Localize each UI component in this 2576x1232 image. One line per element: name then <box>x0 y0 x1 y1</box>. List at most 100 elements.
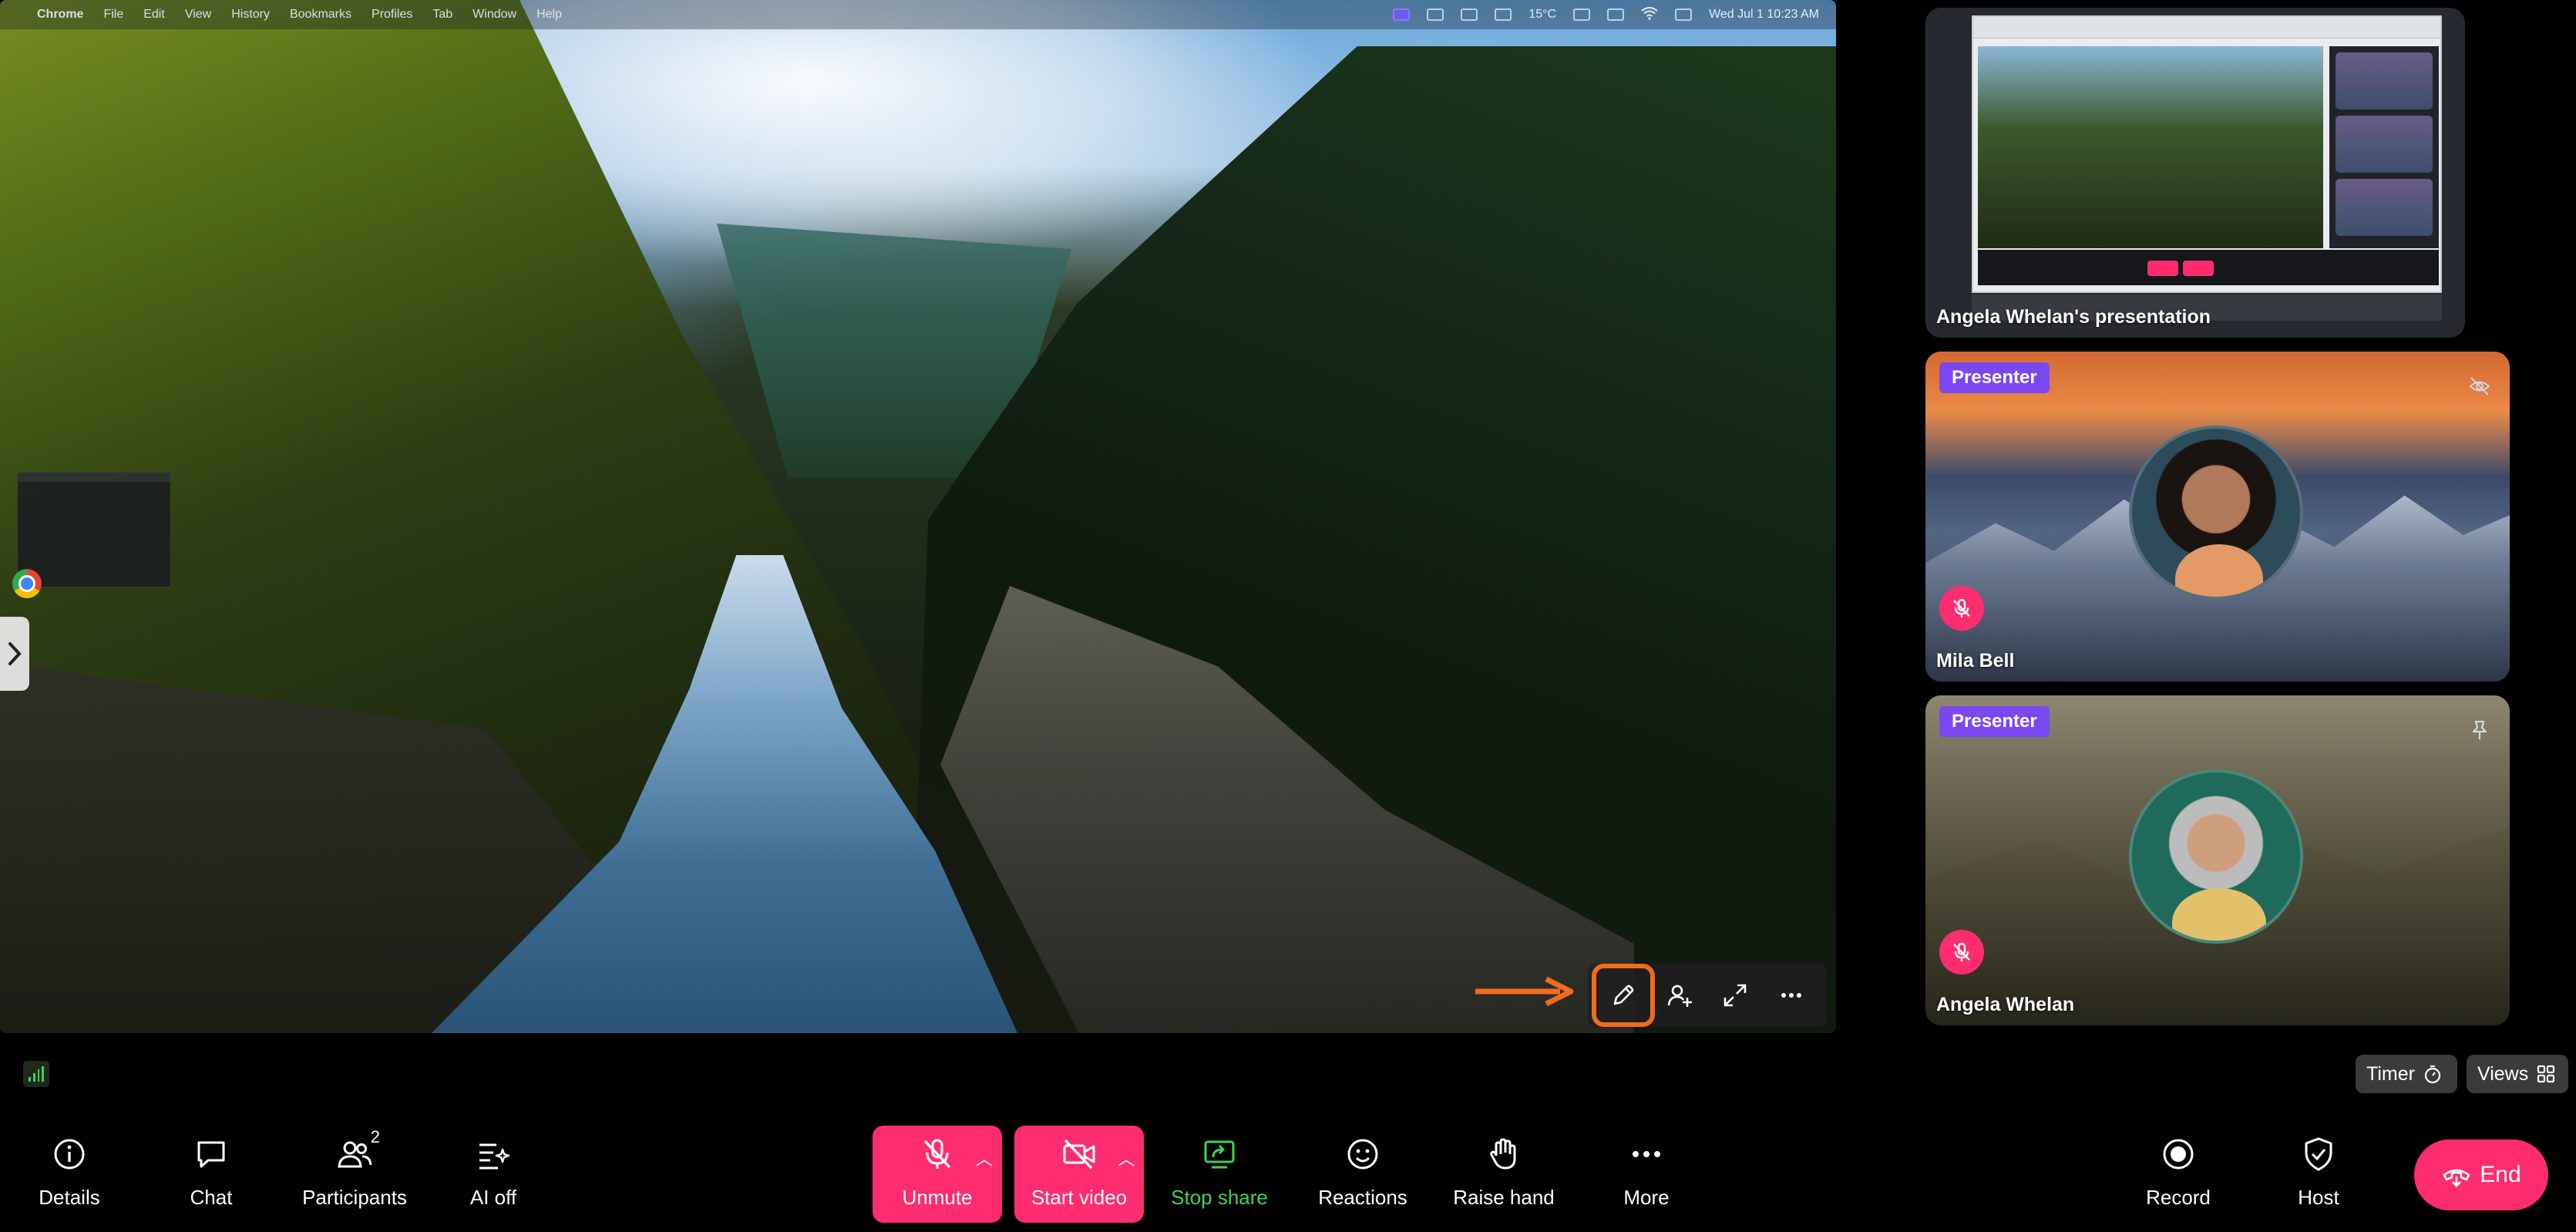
chevron-up-icon[interactable]: ︿ <box>1118 1146 1135 1170</box>
unmute-button[interactable]: ︿ Unmute <box>873 1126 1002 1223</box>
chrome-icon[interactable] <box>12 569 42 598</box>
record-icon <box>2163 1139 2194 1170</box>
avatar <box>2129 426 2303 600</box>
views-button[interactable]: Views <box>2467 1055 2568 1093</box>
menu-window[interactable]: Window <box>472 8 516 22</box>
mic-off-icon <box>923 1139 951 1169</box>
raise-hand-button[interactable]: Raise hand <box>1446 1126 1562 1220</box>
hide-video-icon[interactable] <box>2468 375 2491 398</box>
mac-status-area: 15°C Wed Jul 1 10:23 AM <box>1393 0 1819 29</box>
smiley-icon <box>1347 1139 1378 1170</box>
add-person-icon <box>1667 985 1692 1007</box>
menu-history[interactable]: History <box>231 8 270 22</box>
presentation-preview <box>1972 15 2442 293</box>
ai-label: AI off <box>469 1186 517 1209</box>
info-icon <box>54 1139 85 1170</box>
stop-share-button[interactable]: Stop share <box>1159 1126 1280 1220</box>
status-icon[interactable] <box>1495 8 1512 21</box>
status-icon[interactable] <box>1573 8 1591 21</box>
stop-share-label: Stop share <box>1171 1186 1268 1209</box>
menu-edit[interactable]: Edit <box>143 8 165 22</box>
participants-label: Participants <box>302 1186 407 1209</box>
tile-name: Angela Whelan's presentation <box>1936 306 2211 328</box>
shared-screen: Chrome File Edit View History Bookmarks … <box>0 0 1836 1033</box>
menu-file[interactable]: File <box>103 8 123 22</box>
ellipsis-icon <box>1781 993 1801 998</box>
chat-label: Chat <box>190 1186 233 1209</box>
presenter-badge: Presenter <box>1939 706 2050 737</box>
ai-companion-button[interactable]: AI off <box>447 1126 540 1220</box>
menu-help[interactable]: Help <box>536 8 562 22</box>
tile-name: Mila Bell <box>1936 650 2015 672</box>
menu-view[interactable]: View <box>185 8 211 22</box>
network-quality-icon[interactable] <box>23 1061 49 1087</box>
mic-off-icon <box>1953 598 1970 618</box>
people-icon <box>338 1141 372 1168</box>
control-center-icon[interactable] <box>1675 8 1693 21</box>
reactions-button[interactable]: Reactions <box>1307 1126 1418 1220</box>
screen-share-status-icon[interactable] <box>1393 8 1411 21</box>
unmute-label: Unmute <box>902 1186 973 1209</box>
timer-label: Timer <box>2366 1062 2415 1085</box>
ai-sparkle-icon <box>479 1143 510 1170</box>
mac-menubar: Chrome File Edit View History Bookmarks … <box>0 0 1836 29</box>
participants-button[interactable]: 2 Participants <box>293 1126 416 1220</box>
end-meeting-button[interactable]: End <box>2414 1139 2548 1210</box>
menubar-datetime[interactable]: Wed Jul 1 10:23 AM <box>1709 8 1819 22</box>
chat-bubble-icon <box>197 1141 225 1168</box>
timer-button[interactable]: Timer <box>2356 1055 2457 1093</box>
mic-off-icon <box>1953 942 1970 961</box>
menu-tab[interactable]: Tab <box>432 8 452 22</box>
expand-icon <box>1723 984 1747 1007</box>
grid-icon <box>2537 1065 2555 1083</box>
tile-name: Angela Whelan <box>1936 994 2075 1015</box>
more-button[interactable]: More <box>1600 1126 1693 1220</box>
shared-screen-toolbar <box>1588 964 1827 1027</box>
annotate-button[interactable] <box>1592 964 1656 1027</box>
status-icon[interactable] <box>1461 8 1478 21</box>
host-tools-button[interactable]: Host <box>2272 1126 2365 1220</box>
presentation-tile[interactable]: Angela Whelan's presentation <box>1925 8 2465 338</box>
end-label: End <box>2480 1162 2521 1187</box>
reactions-label: Reactions <box>1318 1186 1407 1209</box>
presenter-badge: Presenter <box>1939 362 2050 393</box>
start-video-label: Start video <box>1031 1186 1128 1209</box>
wifi-icon[interactable] <box>1641 6 1658 24</box>
callout-arrow-icon <box>1475 976 1574 1007</box>
participant-tile-angela-whelan[interactable]: Presenter Angela Whelan <box>1925 695 2510 1025</box>
host-label: Host <box>2298 1186 2339 1209</box>
chevron-up-icon[interactable]: ︿ <box>976 1146 993 1170</box>
pin-icon[interactable] <box>2468 719 2491 742</box>
stopwatch-icon <box>2424 1065 2441 1084</box>
fullscreen-button[interactable] <box>1711 971 1759 1019</box>
record-button[interactable]: Record <box>2132 1126 2225 1220</box>
muted-indicator <box>1939 930 1984 974</box>
chat-button[interactable]: Chat <box>165 1126 257 1220</box>
start-video-button[interactable]: ︿ Start video <box>1014 1126 1144 1223</box>
ellipsis-icon <box>1633 1151 1660 1157</box>
hand-icon <box>1490 1138 1516 1170</box>
pencil-icon <box>1613 985 1634 1005</box>
phone-hangup-icon <box>2443 1169 2470 1187</box>
chevron-right-icon <box>8 642 22 665</box>
shield-check-icon <box>2305 1137 2332 1171</box>
menu-bookmarks[interactable]: Bookmarks <box>290 8 351 22</box>
details-button[interactable]: Details <box>23 1126 116 1220</box>
raise-hand-label: Raise hand <box>1453 1186 1555 1209</box>
details-label: Details <box>39 1186 100 1209</box>
expand-sidebar-button[interactable] <box>0 617 29 691</box>
menu-profiles[interactable]: Profiles <box>372 8 412 22</box>
participant-tile-mila-bell[interactable]: Presenter Mila Bell <box>1925 352 2510 682</box>
muted-indicator <box>1939 586 1984 631</box>
menu-app-name[interactable]: Chrome <box>37 8 83 22</box>
status-icon[interactable] <box>1607 8 1625 21</box>
invite-button[interactable] <box>1656 971 1703 1019</box>
desktop-window-thumbnail[interactable] <box>17 472 171 587</box>
status-icon[interactable] <box>1427 8 1444 21</box>
views-label: Views <box>2477 1062 2529 1085</box>
video-off-icon <box>1063 1139 1095 1170</box>
weather-temperature[interactable]: 15°C <box>1528 8 1556 22</box>
participants-count: 2 <box>370 1127 380 1146</box>
more-label: More <box>1623 1186 1670 1209</box>
more-options-button[interactable] <box>1767 971 1815 1019</box>
